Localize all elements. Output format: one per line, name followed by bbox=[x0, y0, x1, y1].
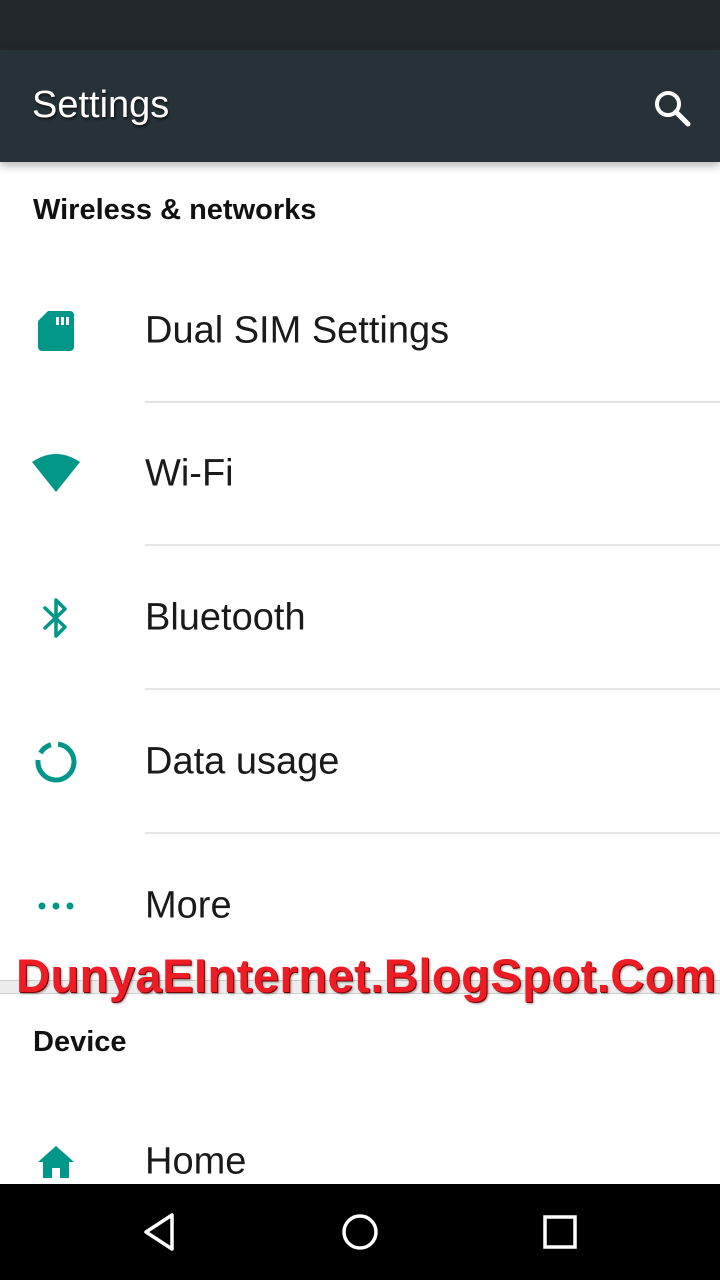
settings-item-label: Data usage bbox=[145, 740, 340, 783]
wifi-icon bbox=[32, 454, 80, 492]
settings-item-bluetooth[interactable]: Bluetooth bbox=[0, 546, 720, 690]
settings-item-label: More bbox=[145, 884, 232, 927]
search-icon bbox=[655, 91, 691, 127]
settings-item-label: Home bbox=[145, 1140, 247, 1183]
section-header-wireless: Wireless & networks bbox=[33, 194, 317, 226]
recents-icon bbox=[543, 1215, 577, 1249]
data-usage-icon bbox=[35, 741, 77, 783]
app-bar: Settings bbox=[0, 50, 720, 162]
section-header-device: Device bbox=[33, 1026, 127, 1058]
settings-item-home[interactable]: Home bbox=[0, 1090, 720, 1184]
page-title: Settings bbox=[32, 84, 170, 126]
home-icon bbox=[38, 1146, 74, 1178]
watermark: DunyaEInternet.BlogSpot.Com bbox=[16, 949, 717, 1002]
sim-card-icon bbox=[38, 311, 74, 351]
navigation-bar bbox=[0, 1184, 720, 1280]
more-dots-icon bbox=[38, 902, 74, 910]
back-button[interactable] bbox=[136, 1208, 184, 1256]
settings-item-dual-sim[interactable]: Dual SIM Settings bbox=[0, 259, 720, 403]
recents-button[interactable] bbox=[536, 1208, 584, 1256]
search-button[interactable] bbox=[648, 84, 696, 132]
settings-item-wifi[interactable]: Wi-Fi bbox=[0, 402, 720, 546]
back-icon bbox=[144, 1213, 174, 1251]
home-circle-icon bbox=[342, 1214, 378, 1250]
status-bar bbox=[0, 0, 720, 50]
settings-item-label: Bluetooth bbox=[145, 596, 306, 639]
home-nav-button[interactable] bbox=[336, 1208, 384, 1256]
settings-item-label: Wi-Fi bbox=[145, 452, 234, 495]
settings-list: Wireless & networks Dual SIM Settings Wi… bbox=[0, 162, 720, 1184]
settings-item-label: Dual SIM Settings bbox=[145, 309, 450, 352]
settings-item-data-usage[interactable]: Data usage bbox=[0, 690, 720, 834]
bluetooth-icon bbox=[43, 598, 67, 638]
